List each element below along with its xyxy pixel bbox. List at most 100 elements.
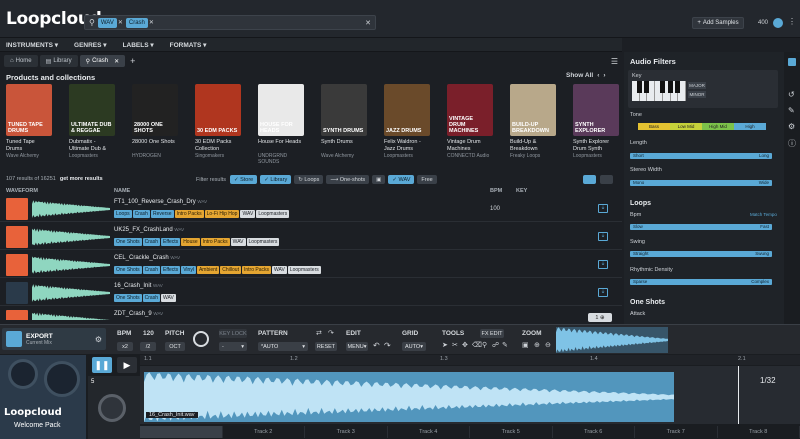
- piano-black-key[interactable]: [659, 81, 665, 93]
- product-cover[interactable]: SYNTH DRUMS: [321, 84, 367, 136]
- redo-icon[interactable]: ↷: [384, 341, 391, 350]
- product-title[interactable]: Felix Waldron - Jazz Drums: [384, 139, 430, 152]
- filter-monitor[interactable]: ▣: [372, 175, 386, 184]
- tag[interactable]: WAV: [271, 266, 287, 274]
- product-brand[interactable]: Freaky Loops: [510, 153, 556, 159]
- menu-instruments[interactable]: INSTRUMENTS ▾: [6, 41, 58, 49]
- tone-low-mid[interactable]: Low Mid: [670, 123, 702, 130]
- get-more-results-link[interactable]: get more results: [60, 176, 103, 182]
- tag[interactable]: WAV: [230, 238, 246, 246]
- product-cover[interactable]: 28000 ONE SHOTS: [132, 84, 178, 136]
- track-tab[interactable]: Track 4: [388, 426, 470, 438]
- piano-black-key[interactable]: [667, 81, 673, 93]
- product-brand[interactable]: Loopmasters: [69, 153, 115, 159]
- reset-button[interactable]: RESET: [315, 342, 337, 351]
- tab-crash[interactable]: ⚲ Crash ✕: [79, 55, 126, 67]
- tag[interactable]: Crash: [132, 210, 150, 218]
- table-row[interactable]: ZDT_Crash_9 WAV ⇣: [0, 307, 622, 320]
- tag[interactable]: Loopmasters: [256, 210, 290, 218]
- product-cover[interactable]: SYNTH EXPLORER: [573, 84, 619, 136]
- sample-name[interactable]: 16_Crash_Init WAV: [114, 283, 163, 289]
- menu-genres[interactable]: GENRES ▾: [74, 41, 107, 49]
- product-brand[interactable]: Singomakers: [195, 153, 241, 159]
- play-button[interactable]: ▶: [117, 357, 137, 373]
- tag[interactable]: Effects: [160, 238, 181, 246]
- minor-button[interactable]: MINOR: [688, 91, 706, 98]
- piano-black-key[interactable]: [644, 81, 650, 93]
- tone-high-mid[interactable]: High Mid: [702, 123, 734, 130]
- tone-slider[interactable]: Bass Low Mid High Mid High: [638, 123, 766, 130]
- table-row[interactable]: UK25_FX_CrashLand WAV One Shots Crash Effe…: [0, 223, 622, 250]
- col-bpm[interactable]: BPM: [490, 188, 516, 194]
- product-brand[interactable]: HYDROGEN: [132, 153, 178, 159]
- col-name[interactable]: NAME: [114, 188, 490, 194]
- table-row[interactable]: FT1_100_Reverse_Crash_Dry WAV Loops Crash…: [0, 195, 622, 222]
- sample-waveform[interactable]: [32, 199, 110, 219]
- pause-button[interactable]: ❚❚: [92, 357, 112, 373]
- track-tab[interactable]: Track 6: [553, 426, 635, 438]
- eraser-tool-icon[interactable]: ⌫: [472, 341, 482, 349]
- product-card[interactable]: ULTIMATE DUB & REGGAE Dubmatix - Ultimat…: [69, 84, 115, 164]
- track-tab[interactable]: [140, 426, 223, 438]
- search-input[interactable]: ⚲ WAV ✕ Crash ✕ ✕: [84, 15, 376, 30]
- tag[interactable]: Intro Packs: [200, 238, 230, 246]
- sample-name[interactable]: FT1_100_Reverse_Crash_Dry WAV: [114, 199, 207, 205]
- search-tag-crash[interactable]: Crash: [125, 17, 148, 28]
- sample-name[interactable]: UK25_FX_CrashLand WAV: [114, 227, 184, 233]
- product-cover[interactable]: TUNED TAPE DRUMS: [6, 84, 52, 136]
- download-icon[interactable]: ⇣: [598, 232, 608, 241]
- piano-keyboard[interactable]: [632, 81, 687, 101]
- tag[interactable]: Loopmasters: [246, 238, 280, 246]
- grid-select[interactable]: AUTO ▾: [402, 342, 426, 351]
- track-tab[interactable]: Track 7: [635, 426, 718, 438]
- match-tempo-toggle[interactable]: Match Tempo: [750, 212, 777, 217]
- bpm-double-button[interactable]: x2: [117, 342, 133, 351]
- product-brand[interactable]: Loopmasters: [573, 153, 619, 159]
- tag[interactable]: WAV: [240, 210, 256, 218]
- tag[interactable]: Crash: [142, 294, 160, 302]
- menu-icon[interactable]: ⋮: [788, 17, 796, 26]
- product-title[interactable]: 30 EDM Packs Collection: [195, 139, 241, 152]
- chevron-left-icon[interactable]: ‹: [597, 72, 599, 79]
- credits-icon[interactable]: [773, 18, 783, 28]
- product-title[interactable]: Build-Up & Breakdown Collection: [510, 139, 556, 152]
- product-title[interactable]: 28000 One Shots: [132, 139, 178, 152]
- product-brand[interactable]: Wave Alchemy: [321, 153, 367, 159]
- pattern-select[interactable]: *AUTO ▾: [258, 342, 308, 351]
- major-button[interactable]: MAJOR: [688, 82, 706, 89]
- track-tab[interactable]: Track 8: [718, 426, 800, 438]
- product-cover[interactable]: VINTAGE DRUM MACHINES: [447, 84, 493, 136]
- clear-search-icon[interactable]: ✕: [365, 19, 371, 27]
- page-badge[interactable]: 1 ⊕: [588, 313, 612, 322]
- product-card[interactable]: BUILD-UP BREAKDOWN Build-Up & Breakdown …: [510, 84, 556, 164]
- tag[interactable]: Crash: [142, 238, 160, 246]
- product-card[interactable]: SYNTH DRUMS Synth Drums Wave Alchemy: [321, 84, 367, 164]
- undo-icon[interactable]: ↶: [373, 341, 380, 350]
- sample-waveform[interactable]: [32, 227, 110, 247]
- edit-menu-button[interactable]: MENU ▾: [346, 342, 368, 351]
- piano-key[interactable]: [655, 81, 665, 101]
- filter-free[interactable]: Free: [417, 175, 437, 184]
- bpm-half-button[interactable]: /2: [140, 342, 156, 351]
- track-tab[interactable]: Track 5: [470, 426, 553, 438]
- download-icon[interactable]: ⇣: [598, 204, 608, 213]
- tag[interactable]: Loopmasters: [287, 266, 321, 274]
- download-icon[interactable]: ⇣: [598, 260, 608, 269]
- pack-thumbnail[interactable]: [6, 310, 28, 320]
- shuffle-icon[interactable]: ⇄: [316, 329, 322, 337]
- piano-black-key[interactable]: [675, 81, 681, 93]
- track-tab[interactable]: Track 2: [223, 426, 305, 438]
- search-tag-wav[interactable]: WAV: [97, 17, 117, 28]
- tag[interactable]: One Shots: [114, 238, 142, 246]
- tag[interactable]: One Shots: [114, 266, 142, 274]
- help-icon[interactable]: ⓘ: [788, 138, 796, 149]
- product-cover[interactable]: ULTIMATE DUB & REGGAE: [69, 84, 115, 136]
- zoom-in-icon[interactable]: ⊕: [534, 341, 540, 349]
- filter-wav[interactable]: ✓ WAV: [388, 175, 415, 184]
- tab-library[interactable]: ▤ Library: [39, 55, 78, 67]
- product-cover[interactable]: 30 EDM PACKS: [195, 84, 241, 136]
- arrangement-lane[interactable]: 16_Crash_Init.wav 1/32: [140, 366, 800, 424]
- loop-end-marker[interactable]: [738, 366, 739, 424]
- edit-icon[interactable]: ✎: [788, 106, 795, 115]
- tag[interactable]: Intro Packs: [241, 266, 271, 274]
